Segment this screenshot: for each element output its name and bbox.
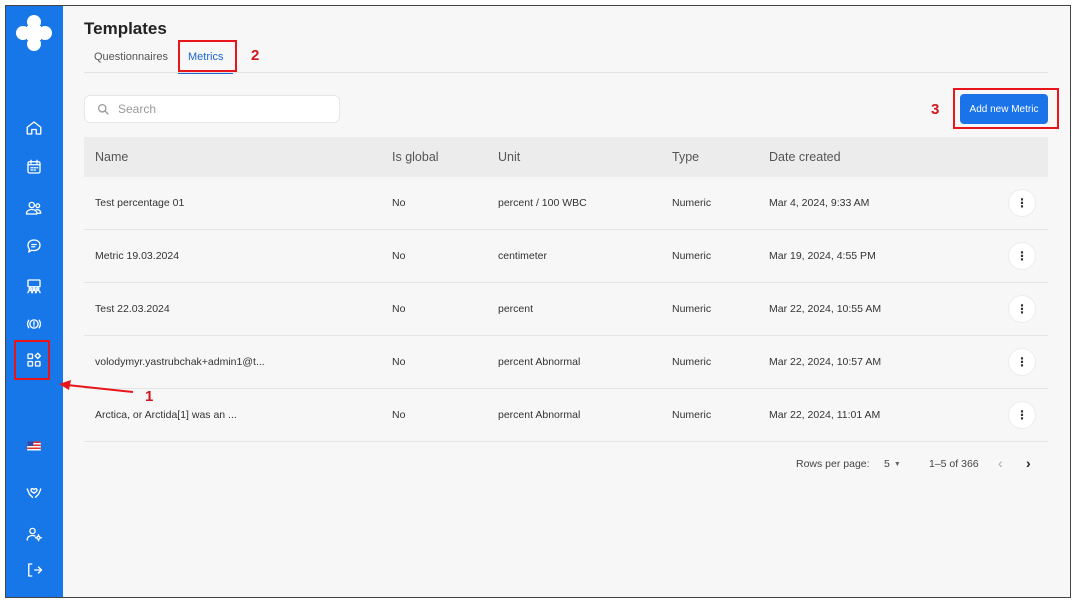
cell-is-global: No bbox=[392, 409, 406, 421]
app-window: Templates Questionnaires Metrics Add new… bbox=[5, 5, 1071, 598]
pagination-range: 1–5 of 366 bbox=[929, 458, 979, 470]
row-more-button[interactable]: ⋮ bbox=[1008, 189, 1036, 217]
cell-date-created: Mar 22, 2024, 10:57 AM bbox=[769, 356, 882, 368]
users-icon[interactable] bbox=[14, 192, 54, 224]
more-vertical-icon: ⋮ bbox=[1016, 302, 1028, 316]
annotation-number-3: 3 bbox=[931, 101, 940, 118]
table-header: Name Is global Unit Type Date created bbox=[84, 137, 1048, 177]
more-vertical-icon: ⋮ bbox=[1016, 249, 1028, 263]
cell-date-created: Mar 4, 2024, 9:33 AM bbox=[769, 197, 870, 209]
tab-questionnaires[interactable]: Questionnaires bbox=[84, 46, 178, 74]
group-icon[interactable] bbox=[14, 270, 54, 302]
calendar-icon[interactable] bbox=[14, 151, 54, 183]
row-more-button[interactable]: ⋮ bbox=[1008, 348, 1036, 376]
cell-unit: percent Abnormal bbox=[498, 356, 581, 368]
cell-is-global: No bbox=[392, 303, 406, 315]
rows-per-page-label: Rows per page: bbox=[796, 458, 870, 470]
cell-date-created: Mar 19, 2024, 4:55 PM bbox=[769, 250, 876, 262]
column-header-unit[interactable]: Unit bbox=[498, 150, 520, 164]
cell-type: Numeric bbox=[672, 197, 712, 209]
table-row[interactable]: Metric 19.03.2024 No centimeter Numeric … bbox=[84, 230, 1048, 283]
column-header-is-global[interactable]: Is global bbox=[392, 150, 439, 164]
prev-page-button[interactable]: ‹ bbox=[998, 455, 1003, 471]
tab-bar: Questionnaires Metrics bbox=[84, 46, 234, 74]
table-row[interactable]: Arctica, or Arctida[1] was an ... No per… bbox=[84, 389, 1048, 442]
table-row[interactable]: Test percentage 01 No percent / 100 WBC … bbox=[84, 177, 1048, 230]
cell-name: Test percentage 01 bbox=[95, 197, 185, 209]
sidebar bbox=[6, 6, 63, 597]
search-input[interactable] bbox=[118, 102, 318, 116]
cell-type: Numeric bbox=[672, 409, 712, 421]
logo-icon bbox=[15, 14, 53, 52]
cell-name: Test 22.03.2024 bbox=[95, 303, 170, 315]
search-icon bbox=[97, 103, 109, 115]
cell-is-global: No bbox=[392, 197, 406, 209]
more-vertical-icon: ⋮ bbox=[1016, 196, 1028, 210]
table-row[interactable]: volodymyr.yastrubchak+admin1@t... No per… bbox=[84, 336, 1048, 389]
rows-per-page-select[interactable]: 5 ▼ bbox=[884, 458, 901, 470]
search-box[interactable] bbox=[84, 95, 340, 123]
row-more-button[interactable]: ⋮ bbox=[1008, 401, 1036, 429]
annotation-arrow-icon bbox=[59, 380, 134, 393]
row-more-button[interactable]: ⋮ bbox=[1008, 295, 1036, 323]
page-title: Templates bbox=[84, 19, 167, 38]
heart-hands-icon[interactable] bbox=[14, 476, 54, 508]
tab-metrics[interactable]: Metrics bbox=[178, 46, 234, 74]
cell-type: Numeric bbox=[672, 250, 712, 262]
cell-is-global: No bbox=[392, 250, 406, 262]
annotation-number-2: 2 bbox=[251, 47, 260, 64]
cell-date-created: Mar 22, 2024, 10:55 AM bbox=[769, 303, 882, 315]
more-vertical-icon: ⋮ bbox=[1016, 408, 1028, 422]
logout-icon[interactable] bbox=[14, 554, 54, 586]
cell-unit: percent bbox=[498, 303, 534, 315]
alert-icon[interactable] bbox=[14, 308, 54, 340]
templates-icon[interactable] bbox=[14, 344, 54, 376]
cell-date-created: Mar 22, 2024, 11:01 AM bbox=[769, 409, 881, 421]
cell-name: Arctica, or Arctida[1] was an ... bbox=[95, 409, 237, 421]
more-vertical-icon: ⋮ bbox=[1016, 355, 1028, 369]
cell-unit: percent / 100 WBC bbox=[498, 197, 587, 209]
cell-type: Numeric bbox=[672, 303, 712, 315]
cell-name: volodymyr.yastrubchak+admin1@t... bbox=[95, 356, 265, 368]
row-more-button[interactable]: ⋮ bbox=[1008, 242, 1036, 270]
user-settings-icon[interactable] bbox=[14, 518, 54, 550]
next-page-button[interactable]: › bbox=[1026, 455, 1031, 471]
cell-name: Metric 19.03.2024 bbox=[95, 250, 180, 262]
metrics-table: Name Is global Unit Type Date created Te… bbox=[84, 137, 1048, 442]
column-header-name[interactable]: Name bbox=[95, 150, 128, 164]
cell-is-global: No bbox=[392, 356, 406, 368]
rows-per-page-value: 5 bbox=[884, 458, 890, 470]
pagination: Rows per page: 5 ▼ 1–5 of 366 ‹ › bbox=[84, 455, 1048, 475]
column-header-type[interactable]: Type bbox=[672, 150, 699, 164]
column-header-date-created[interactable]: Date created bbox=[769, 150, 841, 164]
home-icon[interactable] bbox=[14, 112, 54, 144]
add-new-metric-button[interactable]: Add new Metric bbox=[960, 94, 1048, 124]
tabs-divider bbox=[84, 72, 1048, 73]
cell-unit: centimeter bbox=[498, 250, 548, 262]
caret-down-icon: ▼ bbox=[893, 460, 901, 468]
cell-unit: percent Abnormal bbox=[498, 409, 581, 421]
annotation-number-1: 1 bbox=[145, 388, 154, 405]
cell-type: Numeric bbox=[672, 356, 712, 368]
chat-icon[interactable] bbox=[14, 230, 54, 262]
us-flag-icon[interactable] bbox=[14, 430, 54, 462]
table-row[interactable]: Test 22.03.2024 No percent Numeric Mar 2… bbox=[84, 283, 1048, 336]
